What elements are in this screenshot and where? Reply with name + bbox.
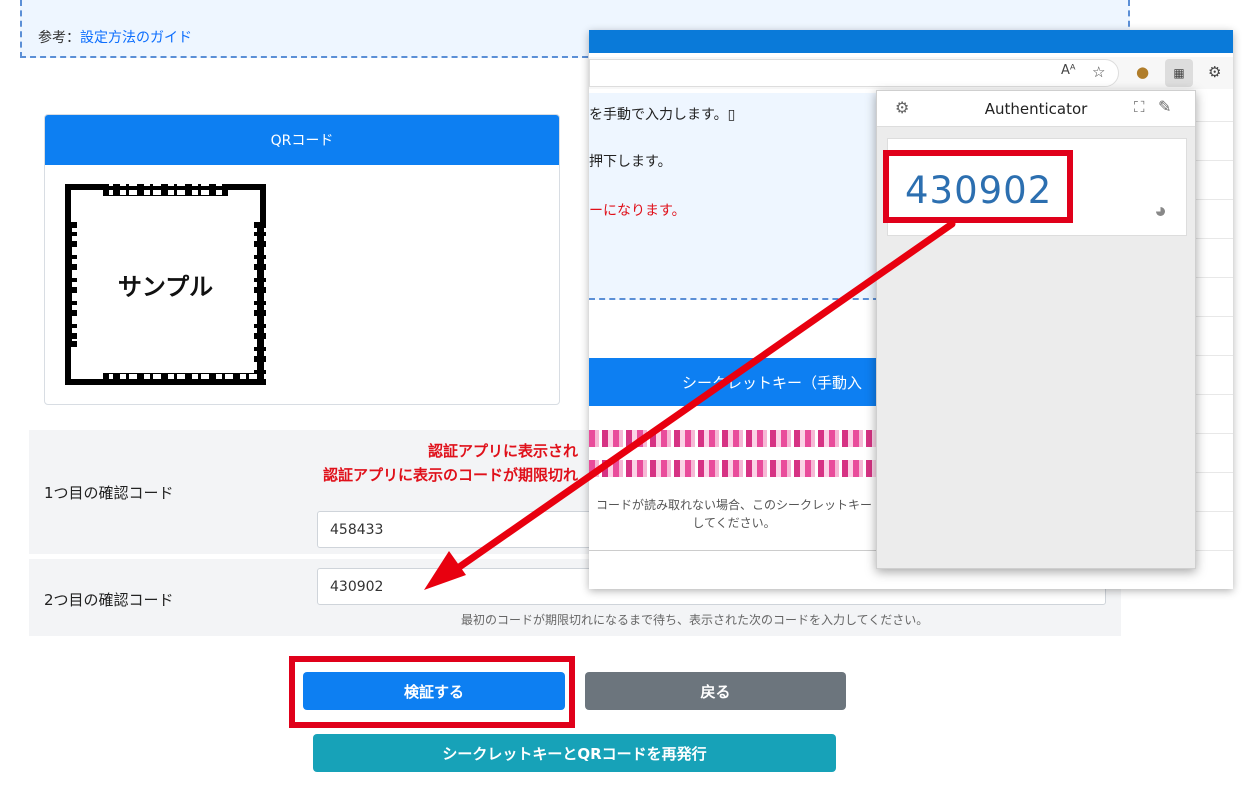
- arrow-head: [424, 551, 466, 590]
- arrow-shaft: [451, 220, 956, 574]
- annotation-arrow: [424, 220, 956, 590]
